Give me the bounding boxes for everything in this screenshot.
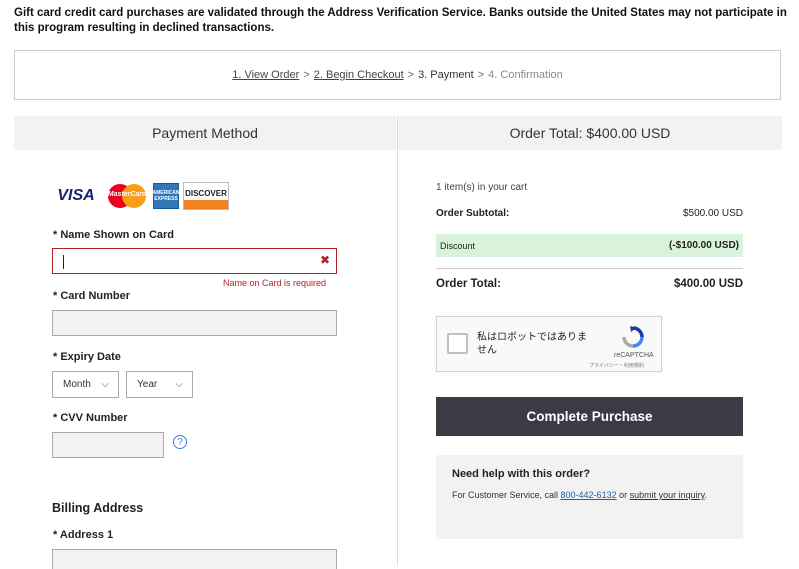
expiry-month-value: Month <box>63 379 91 390</box>
recaptcha-logo-icon <box>622 326 644 348</box>
name-on-card-error: Name on Card is required <box>223 278 327 288</box>
card-number-label: * Card Number <box>53 290 131 302</box>
payment-method-heading: Payment Method <box>14 116 396 150</box>
subtotal-value: $500.00 USD <box>682 208 743 219</box>
cvv-input[interactable] <box>52 432 164 458</box>
help-prefix: For Customer Service, call <box>452 490 561 500</box>
subtotal-label: Order Subtotal: <box>436 208 510 219</box>
discover-text: DISCOVER <box>185 188 227 198</box>
recaptcha-widget: 私はロボットではありません reCAPTCHA プライバシー・利用規約 <box>436 316 662 372</box>
cvv-help-icon[interactable]: ? <box>173 435 187 449</box>
cart-item-count: 1 item(s) in your cart <box>436 182 528 193</box>
order-total-value: $400.00 USD <box>673 278 743 290</box>
submit-inquiry-link[interactable]: submit your inquiry <box>630 490 705 500</box>
step-separator: > <box>303 69 310 81</box>
help-box: Need help with this order? For Customer … <box>436 455 743 539</box>
step-separator: > <box>477 69 485 81</box>
help-suffix: . <box>704 490 707 500</box>
name-on-card-label: * Name Shown on Card <box>53 229 175 241</box>
discount-value: (-$100.00 USD) <box>668 240 739 251</box>
order-total-label: Order Total: <box>436 278 501 290</box>
chevron-down-icon: ⌵ <box>175 379 183 390</box>
expiry-year-value: Year <box>137 379 158 390</box>
checkout-steps: 1. View Order >2. Begin Checkout >3. Payme… <box>14 50 781 100</box>
summary-divider <box>436 268 743 269</box>
discover-logo: DISCOVER <box>183 181 229 210</box>
avs-notice: Gift card credit card purchases are vali… <box>14 7 787 34</box>
step-separator: > <box>407 69 415 81</box>
card-number-input[interactable] <box>52 310 337 336</box>
recaptcha-brand: reCAPTCHA <box>614 352 654 359</box>
cvv-label: * CVV Number <box>53 412 128 424</box>
subtotal-row: Order Subtotal: $500.00 USD <box>436 208 743 219</box>
amex-text: AMERICAN EXPRESS <box>152 189 180 202</box>
step-view-order-link[interactable]: 1. View Order <box>232 69 299 81</box>
mastercard-text: MasterCard <box>107 190 147 198</box>
recaptcha-checkbox[interactable] <box>447 333 468 354</box>
accepted-cards: VISA MasterCard AMERICAN EXPRESS DISCOVE… <box>53 181 229 210</box>
step-payment-current: 3. Payment <box>418 69 474 81</box>
order-total-row: Order Total: $400.00 USD <box>436 278 743 290</box>
expiry-month-select[interactable]: Month ⌵ <box>52 371 119 398</box>
address1-input[interactable] <box>52 549 337 569</box>
expiry-date-label: * Expiry Date <box>53 351 121 363</box>
step-begin-checkout-link[interactable]: 2. Begin Checkout <box>314 69 404 81</box>
phone-link[interactable]: 800-442-6132 <box>561 490 617 500</box>
discount-label: Discount <box>440 240 476 251</box>
chevron-down-icon: ⌵ <box>101 379 109 390</box>
name-on-card-input[interactable]: ✖ <box>52 248 337 274</box>
help-text: For Customer Service, call 800-442-6132 … <box>452 488 722 503</box>
visa-text: VISA <box>57 186 95 204</box>
error-x-icon: ✖ <box>319 253 330 267</box>
order-total-heading: Order Total: $400.00 USD <box>398 116 782 150</box>
help-title: Need help with this order? <box>452 468 591 480</box>
help-or: or <box>616 490 630 500</box>
text-caret <box>63 255 64 269</box>
visa-logo: VISA <box>53 183 99 209</box>
billing-address-heading: Billing Address <box>52 501 144 515</box>
address1-label: * Address 1 <box>53 529 114 541</box>
amex-logo: AMERICAN EXPRESS <box>152 182 180 209</box>
expiry-year-select[interactable]: Year ⌵ <box>126 371 193 398</box>
mastercard-logo: MasterCard <box>103 183 149 209</box>
column-divider <box>397 116 398 566</box>
step-confirmation: 4. Confirmation <box>488 69 563 81</box>
discount-row: Discount (-$100.00 USD) <box>436 234 743 257</box>
recaptcha-label: 私はロボットではありません <box>477 332 587 356</box>
recaptcha-privacy-links[interactable]: プライバシー・利用規約 <box>589 362 644 369</box>
complete-purchase-button[interactable]: Complete Purchase <box>436 397 743 436</box>
